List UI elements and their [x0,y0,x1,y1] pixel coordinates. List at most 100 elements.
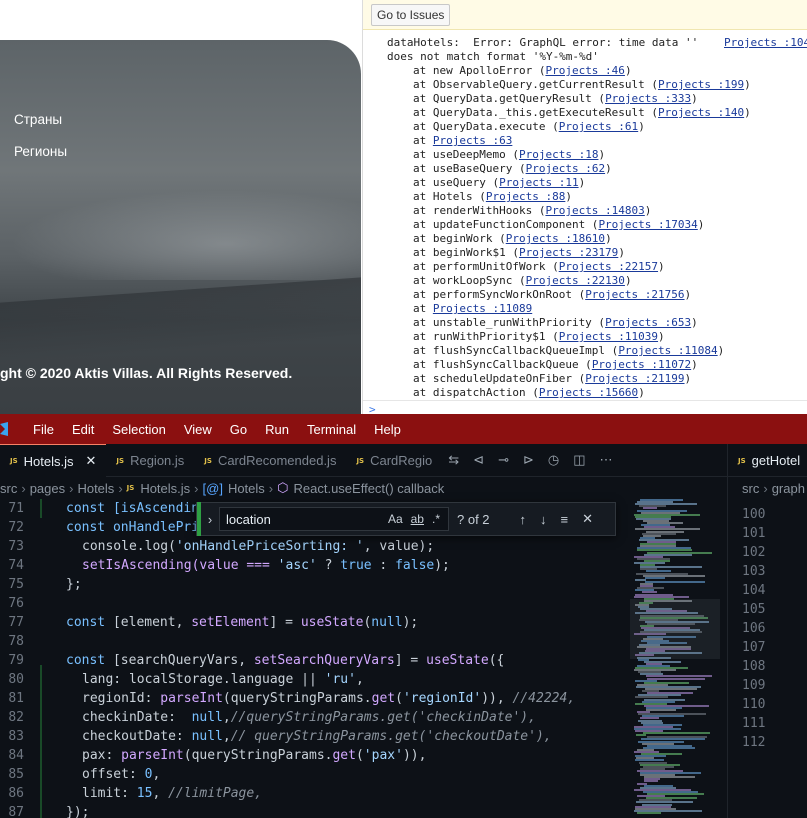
code-line[interactable]: 75}; [0,575,630,594]
stack-source-link[interactable]: Projects :17034 [598,218,697,231]
line-number: 77 [8,615,24,630]
stack-source-link[interactable]: Projects :62 [526,162,605,175]
stack-trace: at new ApolloError (Projects :46) at Obse… [387,64,807,400]
next-match-arrow-down-icon[interactable]: ↓ [540,512,547,527]
line-number: 112 [742,735,766,750]
go-back-icon[interactable]: ⊲ [473,452,484,468]
stack-source-link[interactable]: Projects :61 [559,120,638,133]
cube-icon: ⬡ [277,480,289,495]
code-line[interactable]: 85 offset: 0, [0,765,630,784]
toggle-replace-chevron-icon[interactable]: › [201,512,219,527]
line-number: 78 [8,634,24,649]
match-whole-word-toggle[interactable]: ab [411,512,424,526]
stack-source-link[interactable]: Projects :199 [658,78,744,91]
breadcrumb-hotels-file[interactable]: Hotels.js [140,481,190,496]
stack-source-link[interactable]: Projects :22157 [559,260,658,273]
timeline-icon[interactable]: ◷ [548,452,559,468]
go-forward-icon[interactable]: ⊳ [523,452,534,468]
menu-terminal[interactable]: Terminal [298,422,365,437]
stack-source-link[interactable]: Projects :11089 [433,302,532,315]
breadcrumb-hotels-folder[interactable]: Hotels [77,481,114,496]
code-line[interactable]: 81 regionId: parseInt(queryStringParams.g… [0,689,630,708]
stack-source-link[interactable]: Projects :140 [658,106,744,119]
menu-view[interactable]: View [175,422,221,437]
code-line[interactable]: 80 lang: localStorage.language || 'ru', [0,670,630,689]
code-line[interactable]: 73 console.log('onHandlePriceSorting: ', … [0,537,630,556]
match-case-toggle[interactable]: Aa [388,512,403,526]
tab-region-js[interactable]: JS Region.js [106,444,194,477]
copyright-text: ght © 2020 Aktis Villas. All Rights Rese… [0,365,293,381]
stack-source-link[interactable]: Projects :18610 [506,232,605,245]
code-line[interactable]: 84 pax: parseInt(queryStringParams.get('p… [0,746,630,765]
breadcrumb-useeffect-callback[interactable]: React.useEffect() callback [294,481,445,496]
error-source-link[interactable]: Projects :104 [724,36,807,49]
tab-hotels-js[interactable]: JS Hotels.js ✕ [0,444,107,477]
stack-frame: at Projects :63 [413,134,513,147]
stack-source-link[interactable]: Projects :11084 [618,344,717,357]
minimap[interactable] [630,499,720,818]
menu-run[interactable]: Run [256,422,298,437]
stack-source-link[interactable]: Projects :21199 [585,372,684,385]
line-number: 79 [8,653,24,668]
code-line[interactable]: 82 checkinDate: null,//queryStringParams.… [0,708,630,727]
menu-help[interactable]: Help [365,422,410,437]
code-line[interactable]: 76 [0,594,630,613]
stack-frame: at runWithPriority$1 (Projects :11039) [413,330,665,343]
line-number: 103 [742,564,766,579]
tab-cardrecomended-js[interactable]: JS CardRecomended.js [194,444,346,477]
line-number: 104 [742,583,766,598]
stack-source-link[interactable]: Projects :23179 [519,246,618,259]
stack-source-link[interactable]: Projects :63 [433,134,512,147]
stack-source-link[interactable]: Projects :46 [545,64,624,77]
find-input[interactable]: location Aa ab .* [219,507,449,531]
right-breadcrumb: src › graph [742,480,805,496]
close-icon[interactable]: ✕ [86,453,97,469]
menu-selection[interactable]: Selection [103,422,174,437]
code-line[interactable]: 87}); [0,803,630,818]
breadcrumb-hotels-component[interactable]: Hotels [228,481,265,496]
stack-source-link[interactable]: Projects :333 [605,92,691,105]
footer-link-countries[interactable]: Страны [14,112,62,127]
console-prompt-icon[interactable]: > [369,403,376,414]
close-icon[interactable]: ✕ [582,511,593,527]
footer-link-regions[interactable]: Регионы [14,144,67,159]
stack-source-link[interactable]: Projects :653 [605,316,691,329]
stack-source-link[interactable]: Projects :14803 [545,204,644,217]
menu-file[interactable]: File [24,422,63,437]
stack-source-link[interactable]: Projects :11 [499,176,578,189]
tab-cardregion-js[interactable]: JS CardRegio [346,444,436,477]
code-line[interactable]: 74 setIsAscending(value === 'asc' ? true … [0,556,630,575]
editor-actions: ⇆ ⊲ ⊸ ⊳ ◷ ◫ ⋯ [436,444,624,476]
stack-source-link[interactable]: Projects :11039 [559,330,658,343]
stack-source-link[interactable]: Projects :15660 [539,386,638,399]
stack-frame: at scheduleUpdateOnFiber (Projects :2119… [413,372,692,385]
go-to-issues-button[interactable]: Go to Issues [371,4,451,26]
breadcrumb-src[interactable]: src [0,481,17,496]
use-regex-toggle[interactable]: .* [432,512,440,526]
find-in-selection-icon[interactable]: ≡ [561,512,569,527]
code-line[interactable]: 79 const [searchQueryVars, setSearchQuery… [0,651,630,670]
code-line[interactable]: 77 const [element, setElement] = useState… [0,613,630,632]
minimap-viewport[interactable] [630,599,720,659]
breadcrumb-pages[interactable]: pages [30,481,65,496]
code-line[interactable]: 78 [0,632,630,651]
code-line[interactable]: 83 checkoutDate: null,// queryStringParam… [0,727,630,746]
previous-match-arrow-up-icon[interactable]: ↑ [520,512,527,527]
code-line[interactable]: 86 limit: 15, //limitPage, [0,784,630,803]
right-code-editor[interactable]: src › graph 100 101 102 103 104 105 106 107 108 10… [727,447,807,818]
split-editor-icon[interactable]: ◫ [573,452,585,468]
stack-source-link[interactable]: Projects :88 [486,190,565,203]
compare-icon[interactable]: ⇆ [448,452,459,468]
menu-edit[interactable]: Edit [63,422,103,437]
more-actions-icon[interactable]: ⋯ [600,452,613,468]
stack-source-link[interactable]: Projects :11072 [592,358,691,371]
code-editor[interactable]: 71 const [isAscending 72 const onHandlePric… [0,499,727,818]
stack-source-link[interactable]: Projects :18 [519,148,598,161]
menu-go[interactable]: Go [221,422,256,437]
stack-frame: at useBaseQuery (Projects :62) [413,162,612,175]
commit-icon[interactable]: ⊸ [498,452,509,468]
line-number: 76 [8,596,24,611]
stack-source-link[interactable]: Projects :22130 [526,274,625,287]
line-number: 101 [742,526,766,541]
stack-source-link[interactable]: Projects :21756 [585,288,684,301]
